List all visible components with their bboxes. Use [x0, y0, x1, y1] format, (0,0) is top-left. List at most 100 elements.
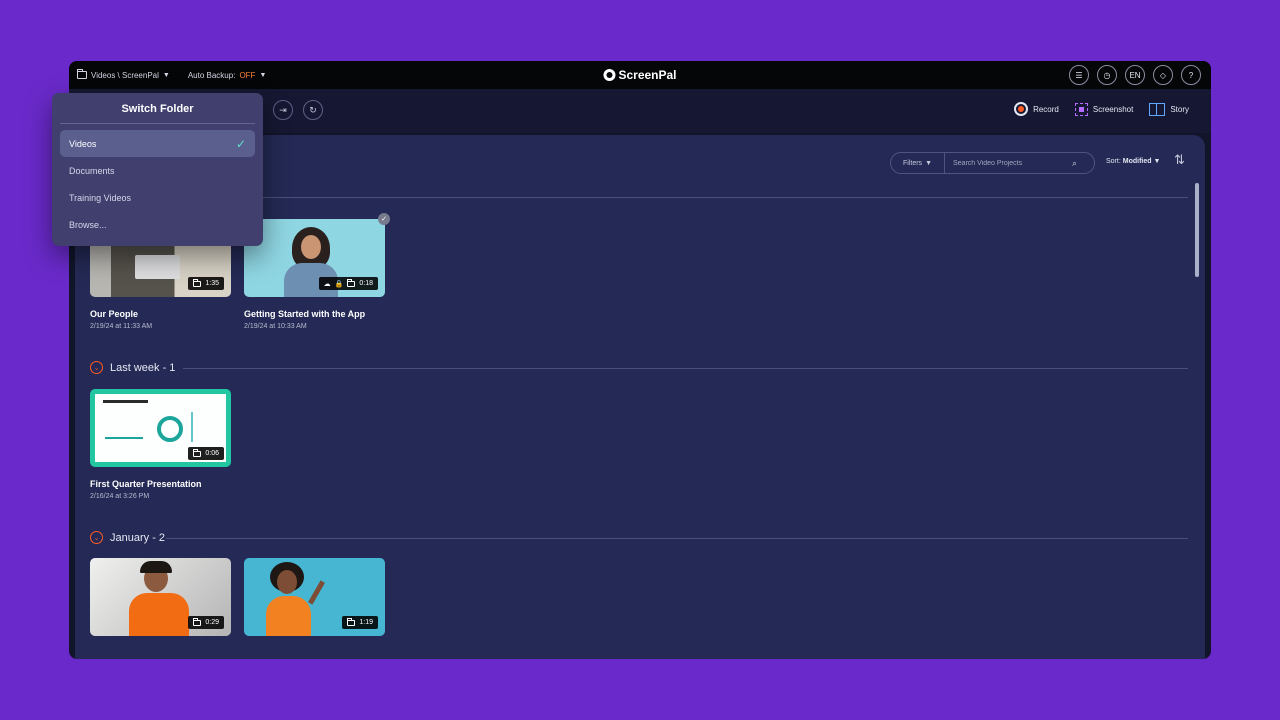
refresh-button[interactable]: ↻ — [303, 100, 323, 120]
screenpal-logo: ScreenPal — [603, 68, 677, 82]
duration-badge: 0:29 — [188, 616, 224, 629]
screenshot-button[interactable]: Screenshot — [1074, 102, 1134, 116]
slide-donut-graphic — [157, 416, 183, 442]
checklist-icon: ☰ — [1075, 70, 1083, 80]
checkmark-icon: ✓ — [235, 136, 246, 151]
folder-icon — [193, 448, 202, 457]
selection-check-icon[interactable]: ✓ — [378, 213, 390, 225]
sort-arrows-icon: ⇅ — [1174, 152, 1185, 167]
history-button[interactable]: ◷ — [1097, 65, 1117, 85]
search-icon: ⌕ — [1072, 157, 1078, 168]
refresh-icon: ↻ — [309, 104, 317, 115]
slide-line-graphic — [191, 412, 215, 442]
video-duration: 1:19 — [359, 619, 373, 626]
folder-option-label: Training Videos — [69, 192, 132, 203]
logo-icon — [603, 69, 616, 81]
chevron-down-icon: ⌄ — [90, 361, 103, 374]
sort-direction-button[interactable]: ⇅ — [1174, 152, 1185, 168]
folder-option-documents[interactable]: Documents — [60, 157, 255, 184]
section-count: - 1 — [159, 361, 176, 374]
sort-prefix: Sort: — [1106, 158, 1121, 165]
vertical-scrollbar[interactable] — [1195, 183, 1199, 277]
person-shirt-graphic — [266, 596, 311, 636]
record-label: Record — [1033, 104, 1059, 114]
help-button[interactable]: ? — [1181, 65, 1201, 85]
auto-backup-label: Auto Backup: — [187, 70, 236, 80]
layers-button[interactable]: ◇ — [1153, 65, 1173, 85]
logo-text: ScreenPal — [618, 68, 677, 82]
chevron-down-icon: ▼ — [925, 159, 932, 167]
folder-option-label: Browse... — [69, 219, 107, 230]
folder-path-label: Videos \ ScreenPal — [91, 70, 159, 80]
sort-value: Modified — [1122, 158, 1152, 165]
sort-dropdown[interactable]: Sort: Modified ▼ — [1106, 158, 1160, 165]
import-icon: ⇥ — [279, 104, 287, 115]
video-duration: 0:18 — [359, 280, 373, 287]
record-icon — [1014, 102, 1029, 116]
video-card-getting-started[interactable]: ☁ 🔒 0:18 — [244, 219, 385, 297]
folder-option-videos[interactable]: Videos ✓ — [60, 130, 255, 157]
section-count: - 2 — [149, 531, 166, 544]
video-date: 2/19/24 at 10:33 AM — [244, 323, 307, 330]
folder-option-training-videos[interactable]: Training Videos — [60, 184, 255, 211]
story-label: Story — [1170, 104, 1189, 114]
search-input[interactable] — [945, 153, 1072, 173]
duration-badge: 1:19 — [342, 616, 378, 629]
section-header-january[interactable]: ⌄ January - 2 — [90, 531, 165, 544]
folder-icon — [193, 617, 202, 626]
video-title[interactable]: Our People — [90, 309, 138, 319]
lock-icon: 🔒 — [334, 280, 344, 288]
video-title[interactable]: Getting Started with the App — [244, 309, 365, 319]
person-hair-graphic — [140, 561, 172, 573]
auto-backup-toggle[interactable]: Auto Backup: OFF ▼ — [188, 71, 267, 80]
video-duration: 0:06 — [205, 450, 219, 457]
folder-icon — [77, 69, 87, 79]
cloud-icon: ☁ — [323, 280, 331, 288]
layers-icon: ◇ — [1159, 70, 1167, 80]
video-title[interactable]: First Quarter Presentation — [90, 479, 202, 489]
section-header-last-week[interactable]: ⌄ Last week - 1 — [90, 361, 175, 374]
chevron-down-icon: ▼ — [259, 71, 267, 79]
video-date: 2/16/24 at 3:26 PM — [90, 493, 150, 500]
checklist-button[interactable]: ☰ — [1069, 65, 1089, 85]
auto-backup-state: OFF — [239, 70, 256, 80]
folder-option-label: Documents — [69, 165, 115, 176]
menu-divider — [60, 123, 255, 124]
video-card-january-2[interactable]: 1:19 — [244, 558, 385, 636]
section-title: Last week — [110, 361, 160, 374]
video-card-january-1[interactable]: 0:29 — [90, 558, 231, 636]
language-button[interactable]: EN — [1125, 65, 1145, 85]
title-bar: Videos \ ScreenPal ▼ Auto Backup: OFF ▼ … — [69, 61, 1211, 89]
folder-path-selector[interactable]: Videos \ ScreenPal ▼ — [77, 69, 170, 80]
screenshot-label: Screenshot — [1092, 104, 1134, 114]
chevron-down-icon: ▼ — [162, 71, 170, 79]
person-face-graphic — [301, 235, 321, 259]
video-card-first-quarter[interactable]: 0:06 — [90, 389, 231, 467]
story-icon — [1149, 102, 1166, 116]
chevron-down-icon: ▼ — [1153, 158, 1161, 165]
folder-icon — [347, 278, 356, 287]
story-button[interactable]: Story — [1149, 102, 1189, 116]
person-arm-graphic — [308, 580, 325, 605]
filters-label: Filters — [903, 159, 923, 167]
duration-badge: ☁ 🔒 0:18 — [318, 277, 378, 290]
section-divider — [166, 538, 1188, 539]
section-title: January — [110, 531, 150, 544]
section-divider — [183, 368, 1188, 369]
video-date: 2/19/24 at 11:33 AM — [90, 323, 153, 330]
folder-option-browse[interactable]: Browse... — [60, 211, 255, 238]
video-duration: 0:29 — [205, 619, 219, 626]
person-face-graphic — [277, 570, 297, 594]
slide-bar-graphic — [105, 415, 143, 439]
switch-folder-title: Switch Folder — [121, 103, 194, 115]
history-icon: ◷ — [1103, 70, 1111, 80]
video-duration: 1:35 — [205, 280, 219, 287]
folder-icon — [193, 278, 202, 287]
record-button[interactable]: Record — [1014, 102, 1059, 116]
help-label: ? — [1188, 70, 1194, 80]
import-button[interactable]: ⇥ — [273, 100, 293, 120]
filters-dropdown[interactable]: Filters ▼ — [891, 153, 945, 173]
duration-badge: 0:06 — [188, 447, 224, 460]
screenshot-icon — [1074, 102, 1088, 116]
person-shirt-graphic — [129, 593, 189, 636]
